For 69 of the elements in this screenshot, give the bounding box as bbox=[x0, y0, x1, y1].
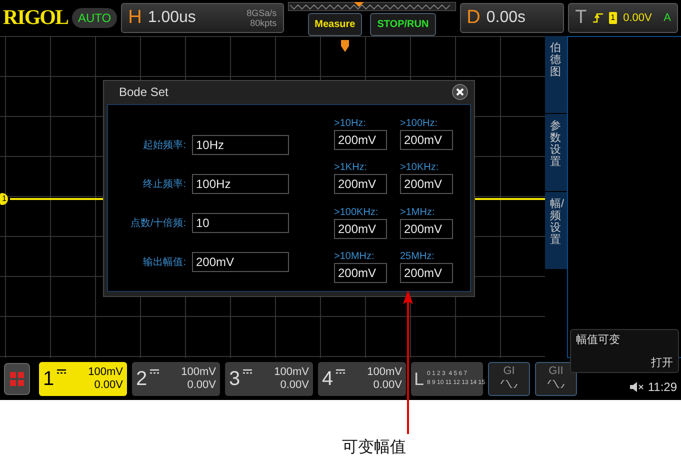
generator-button[interactable]: GII bbox=[535, 362, 577, 396]
field-label: >100KHz: bbox=[334, 206, 380, 218]
trigger-source: 1 bbox=[608, 12, 618, 24]
measure-button[interactable]: Measure bbox=[308, 13, 362, 36]
softkey-button[interactable]: 幅值可变 打开 bbox=[570, 329, 679, 373]
delay-value: 0.00s bbox=[486, 8, 526, 28]
field-label: >1MHz: bbox=[400, 206, 436, 218]
channel-offset: 0.00V bbox=[93, 379, 123, 392]
channel-scale: 100mV bbox=[366, 366, 402, 379]
softkey-title: 幅值可变 bbox=[576, 332, 621, 348]
panel-label: H bbox=[128, 6, 142, 30]
panel-label: D bbox=[466, 6, 480, 30]
channel-scale: 100mV bbox=[87, 366, 123, 379]
input-field[interactable]: 200mV bbox=[334, 174, 387, 194]
channel-number: 1 bbox=[43, 367, 54, 392]
field-label: 起始频率: bbox=[142, 138, 187, 152]
input-field[interactable]: 100Hz bbox=[192, 174, 289, 194]
input-field[interactable]: 200mV bbox=[334, 130, 387, 150]
generator-label: GII bbox=[548, 364, 564, 379]
channel-offset: 0.00V bbox=[372, 379, 402, 392]
dialog-title: Bode Set bbox=[119, 84, 168, 101]
sample-rate: 8GSa/s bbox=[246, 8, 277, 18]
field-label: 点数/十倍频: bbox=[129, 216, 187, 230]
input-field[interactable]: 200mV bbox=[192, 252, 289, 272]
input-field[interactable]: 200mV bbox=[400, 218, 453, 238]
channel-offset: 0.00V bbox=[186, 379, 216, 392]
field-label: >100Hz: bbox=[400, 118, 439, 130]
generator-label: GI bbox=[503, 364, 515, 379]
run-stop-button[interactable]: STOP/RUN bbox=[370, 13, 436, 36]
horizontal-panel[interactable]: H 1.00us 8GSa/s 80kpts bbox=[121, 3, 284, 33]
memory-depth: 80kpts bbox=[249, 18, 277, 28]
field-label: 终止频率: bbox=[142, 178, 187, 192]
mode-indicator: AUTO bbox=[72, 8, 118, 28]
channel-number: 3 bbox=[229, 367, 240, 392]
softkey-value: 打开 bbox=[650, 356, 673, 370]
timebase-value: 1.00us bbox=[148, 8, 196, 28]
clock-time: 11:29 bbox=[648, 379, 677, 396]
field-label: >10Hz: bbox=[334, 118, 367, 130]
panel-label: T bbox=[575, 6, 587, 30]
field-label: >1KHz: bbox=[334, 162, 368, 174]
trigger-mode: A bbox=[664, 10, 671, 26]
channel-marker: 1 bbox=[0, 193, 8, 205]
field-label: 25MHz: bbox=[400, 250, 436, 263]
input-field[interactable]: 200mV bbox=[334, 218, 387, 238]
field-label: 输出幅值: bbox=[142, 256, 187, 270]
input-field[interactable]: 200mV bbox=[400, 174, 453, 194]
trigger-panel[interactable]: T 1 0.00V A bbox=[568, 3, 678, 33]
channel-number: 2 bbox=[136, 367, 148, 392]
generator-button[interactable]: GI bbox=[488, 362, 530, 396]
brand-logo: RIGOL bbox=[3, 4, 68, 32]
channel-panel[interactable]: 2 100mV 0.00V bbox=[132, 362, 220, 396]
channel-offset: 0.00V bbox=[279, 379, 309, 392]
input-field[interactable]: 200mV bbox=[400, 262, 453, 283]
channel-panel[interactable]: 1 100mV 0.00V bbox=[39, 362, 127, 396]
channel-scale: 100mV bbox=[273, 366, 309, 379]
annotation-label: 可变幅值 bbox=[342, 438, 406, 458]
input-field[interactable]: 200mV bbox=[334, 262, 387, 283]
channel-panel[interactable]: 4 100mV 0.00V bbox=[318, 362, 406, 396]
channel-panel[interactable]: 3 100mV 0.00V bbox=[225, 362, 313, 396]
trigger-level: 0.00V bbox=[623, 10, 652, 26]
field-label: >10MHz: bbox=[334, 250, 376, 263]
input-field[interactable]: 10Hz bbox=[192, 135, 289, 155]
channel-scale: 100mV bbox=[180, 366, 216, 379]
channel-number: 4 bbox=[322, 367, 334, 392]
delay-panel[interactable]: D 0.00s bbox=[460, 3, 564, 33]
input-field[interactable]: 200mV bbox=[400, 130, 453, 150]
panel-label: L bbox=[414, 368, 424, 390]
field-label: >10KHz: bbox=[400, 162, 440, 174]
input-field[interactable]: 10 bbox=[192, 213, 289, 233]
